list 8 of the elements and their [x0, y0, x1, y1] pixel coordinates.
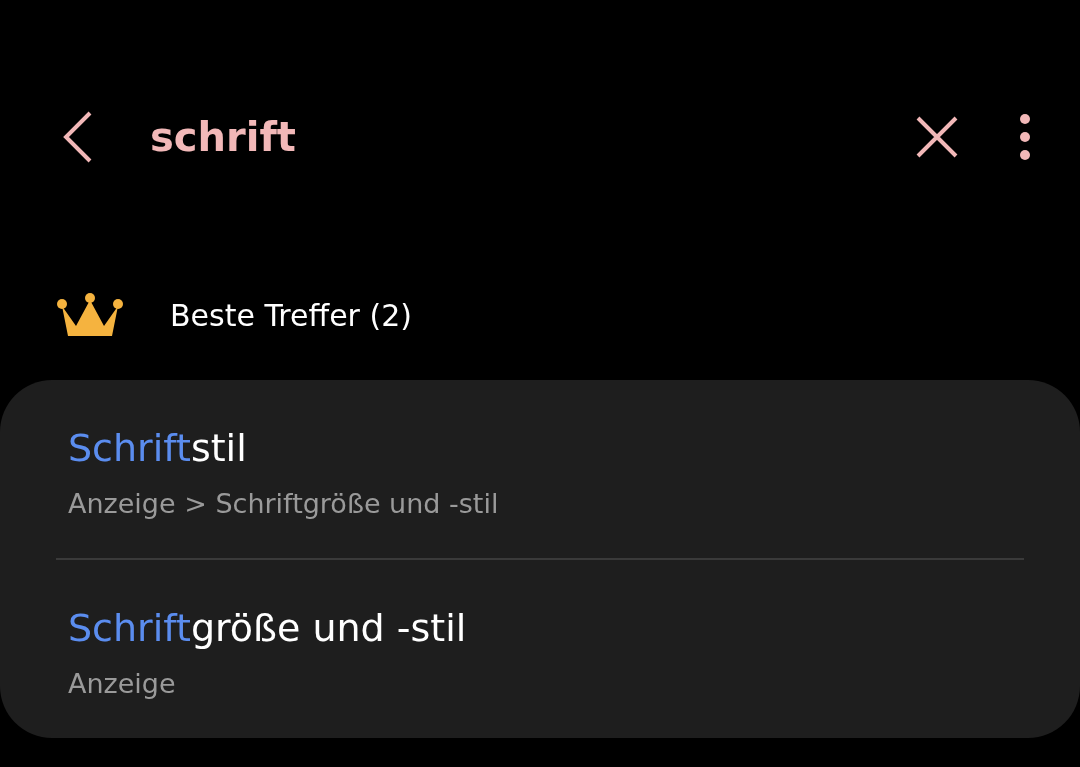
search-field[interactable]: schrift	[150, 107, 750, 167]
result-title[interactable]: Schriftgröße und -stil	[68, 606, 1012, 652]
result-title[interactable]: Schriftstil	[68, 426, 1012, 472]
result-path: Anzeige	[68, 666, 177, 701]
section-title: Beste Treffer (2)	[170, 296, 412, 335]
result-path: Anzeige > Schriftgröße und -stil	[68, 486, 500, 521]
dots-icon	[1019, 113, 1031, 161]
crown-icon	[56, 292, 124, 338]
